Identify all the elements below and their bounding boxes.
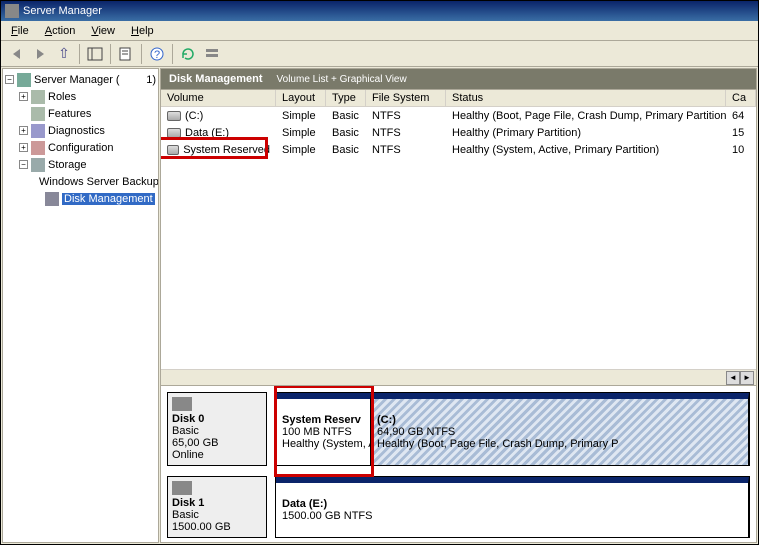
drive-icon bbox=[167, 145, 179, 155]
folder-up-icon: ⇧ bbox=[58, 45, 70, 62]
expand-icon[interactable]: + bbox=[19, 126, 28, 135]
vol-c[interactable]: (C:) 64,90 GB NTFS Healthy (Boot, Page F… bbox=[371, 393, 749, 465]
disk0-header[interactable]: Disk 0 Basic 65,00 GB Online bbox=[167, 392, 267, 466]
toolbar-separator bbox=[172, 44, 173, 64]
forward-button[interactable] bbox=[29, 43, 51, 65]
drive-icon bbox=[167, 111, 181, 121]
tree-root-label: Server Manager ( bbox=[34, 74, 120, 86]
content-header: Disk Management Volume List + Graphical … bbox=[160, 68, 757, 90]
tree-panel[interactable]: − Server Manager ( 1) +Roles Features +D… bbox=[2, 68, 159, 543]
panel-icon bbox=[87, 46, 103, 62]
volume-list-header: Volume Layout Type File System Status Ca bbox=[161, 90, 756, 107]
col-volume[interactable]: Volume bbox=[161, 90, 276, 106]
disk-row: Disk 1 Basic 1500.00 GB Data (E:) 1500.0… bbox=[167, 476, 750, 538]
scroll-right-icon[interactable]: ► bbox=[740, 371, 754, 385]
drive-icon bbox=[167, 128, 181, 138]
disk1-header[interactable]: Disk 1 Basic 1500.00 GB bbox=[167, 476, 267, 538]
tree-root-count: 1) bbox=[146, 74, 156, 86]
disk0-status: Online bbox=[172, 449, 262, 461]
graphical-view: Disk 0 Basic 65,00 GB Online System Rese… bbox=[160, 386, 757, 543]
help-icon: ? bbox=[149, 46, 165, 62]
col-layout[interactable]: Layout bbox=[276, 90, 326, 106]
disk-row: Disk 0 Basic 65,00 GB Online System Rese… bbox=[167, 392, 750, 466]
menu-bar: File Action View Help bbox=[1, 21, 758, 41]
col-status[interactable]: Status bbox=[446, 90, 726, 106]
col-capacity[interactable]: Ca bbox=[726, 90, 756, 106]
volume-list: Volume Layout Type File System Status Ca… bbox=[160, 90, 757, 386]
toolbar-separator bbox=[110, 44, 111, 64]
title-bar: Server Manager bbox=[1, 1, 758, 21]
properties-icon bbox=[118, 46, 134, 62]
menu-view[interactable]: View bbox=[83, 23, 123, 39]
help-button[interactable]: ? bbox=[146, 43, 168, 65]
features-icon bbox=[31, 107, 45, 121]
collapse-icon[interactable]: − bbox=[5, 75, 14, 84]
list-icon bbox=[204, 46, 220, 62]
menu-file[interactable]: File bbox=[3, 23, 37, 39]
arrow-right-icon bbox=[37, 49, 44, 59]
volume-row[interactable]: Data (E:) Simple Basic NTFS Healthy (Pri… bbox=[161, 124, 756, 141]
disk0-size: 65,00 GB bbox=[172, 437, 262, 449]
col-type[interactable]: Type bbox=[326, 90, 366, 106]
disk0-label: Disk 0 bbox=[172, 413, 262, 425]
tree-diagnostics[interactable]: +Diagnostics bbox=[5, 122, 156, 139]
disk1-size: 1500.00 GB bbox=[172, 521, 262, 533]
refresh-icon bbox=[180, 46, 196, 62]
disk0-type: Basic bbox=[172, 425, 262, 437]
disk1-type: Basic bbox=[172, 509, 262, 521]
disk1-label: Disk 1 bbox=[172, 497, 262, 509]
disk-icon bbox=[172, 397, 192, 411]
configuration-icon bbox=[31, 141, 45, 155]
diagnostics-icon bbox=[31, 124, 45, 138]
disk-icon bbox=[172, 481, 192, 495]
tree-wsb[interactable]: Windows Server Backup bbox=[5, 173, 156, 190]
back-button[interactable] bbox=[5, 43, 27, 65]
storage-icon bbox=[31, 158, 45, 172]
svg-text:?: ? bbox=[154, 49, 160, 61]
toolbar: ⇧ ? bbox=[1, 41, 758, 67]
properties-button[interactable] bbox=[115, 43, 137, 65]
show-hide-button[interactable] bbox=[84, 43, 106, 65]
vol-system-reserved[interactable]: System Reserv 100 MB NTFS Healthy (Syste… bbox=[276, 393, 371, 465]
scrollbar[interactable]: ◄ ► bbox=[161, 369, 756, 385]
menu-action[interactable]: Action bbox=[37, 23, 84, 39]
server-icon bbox=[17, 73, 31, 87]
tree-root[interactable]: − Server Manager ( 1) bbox=[5, 71, 156, 88]
tree-roles[interactable]: +Roles bbox=[5, 88, 156, 105]
roles-icon bbox=[31, 90, 45, 104]
content-panel: Disk Management Volume List + Graphical … bbox=[160, 68, 757, 543]
refresh-button[interactable] bbox=[177, 43, 199, 65]
menu-help[interactable]: Help bbox=[123, 23, 162, 39]
vol-data-e[interactable]: Data (E:) 1500.00 GB NTFS bbox=[276, 477, 749, 537]
disk-icon bbox=[45, 192, 59, 206]
disk0-volumes: System Reserv 100 MB NTFS Healthy (Syste… bbox=[275, 392, 750, 466]
expand-icon[interactable]: + bbox=[19, 143, 28, 152]
toolbar-separator bbox=[141, 44, 142, 64]
col-fs[interactable]: File System bbox=[366, 90, 446, 106]
tree-storage[interactable]: −Storage bbox=[5, 156, 156, 173]
arrow-left-icon bbox=[13, 49, 20, 59]
toolbar-separator bbox=[79, 44, 80, 64]
scroll-left-icon[interactable]: ◄ bbox=[726, 371, 740, 385]
tree-features[interactable]: Features bbox=[5, 105, 156, 122]
tree-configuration[interactable]: +Configuration bbox=[5, 139, 156, 156]
volume-row[interactable]: (C:) Simple Basic NTFS Healthy (Boot, Pa… bbox=[161, 107, 756, 124]
app-icon bbox=[5, 4, 19, 18]
content-title: Disk Management bbox=[169, 73, 263, 85]
main-area: − Server Manager ( 1) +Roles Features +D… bbox=[1, 67, 758, 544]
collapse-icon[interactable]: − bbox=[19, 160, 28, 169]
window-title: Server Manager bbox=[23, 5, 102, 17]
tree-diskmgmt[interactable]: Disk Management bbox=[5, 190, 156, 207]
volume-list-body: (C:) Simple Basic NTFS Healthy (Boot, Pa… bbox=[161, 107, 756, 369]
expand-icon[interactable]: + bbox=[19, 92, 28, 101]
content-subtitle: Volume List + Graphical View bbox=[277, 74, 407, 85]
volume-row[interactable]: System Reserved Simple Basic NTFS Health… bbox=[161, 141, 756, 158]
settings-button[interactable] bbox=[201, 43, 223, 65]
disk1-volumes: Data (E:) 1500.00 GB NTFS bbox=[275, 476, 750, 538]
up-button[interactable]: ⇧ bbox=[53, 43, 75, 65]
